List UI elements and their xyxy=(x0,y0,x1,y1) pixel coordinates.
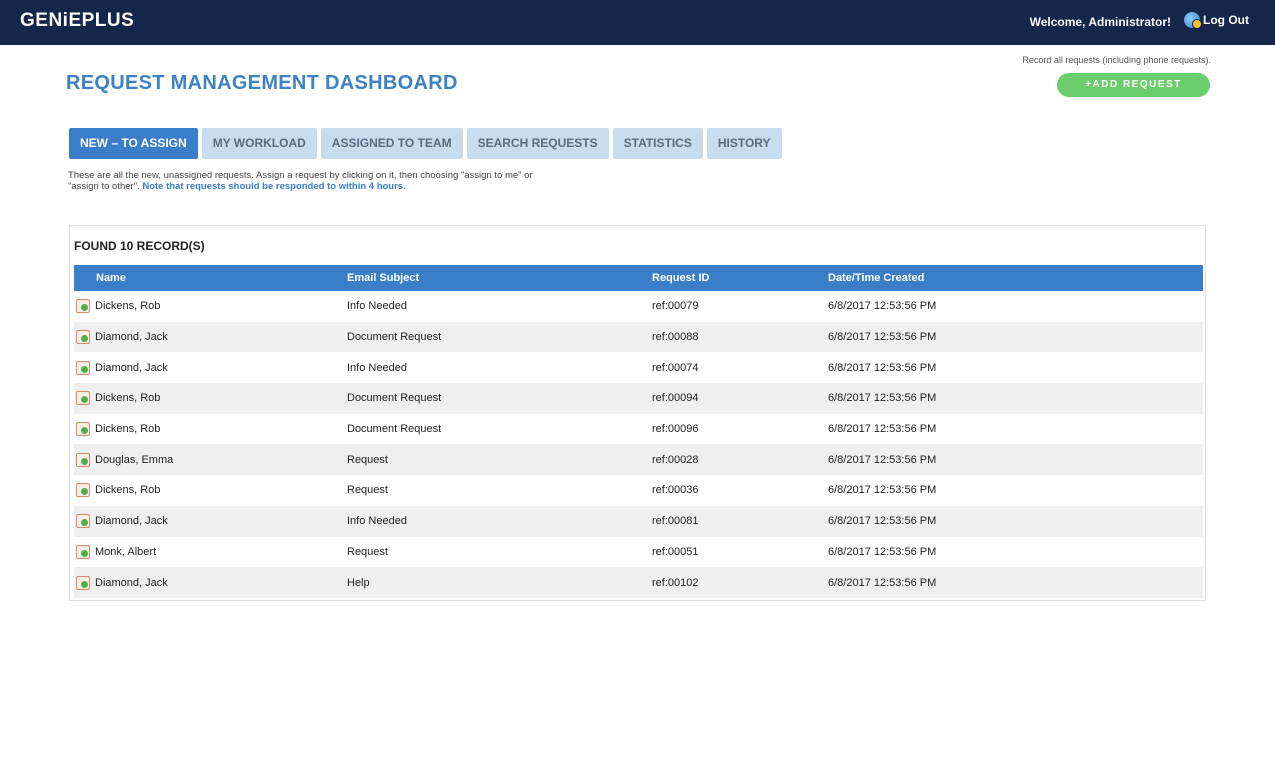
cell-name: Monk, Albert xyxy=(74,537,347,568)
requests-table: Name Email Subject Request ID Date/Time … xyxy=(74,265,1203,598)
requester-name: Monk, Albert xyxy=(95,545,157,558)
cell-name: Dickens, Rob xyxy=(74,414,347,445)
page-title: REQUEST MANAGEMENT DASHBOARD xyxy=(66,72,458,94)
user-globe-icon xyxy=(1184,12,1203,29)
cell-name: Diamond, Jack xyxy=(74,322,347,353)
cell-email-subject: Request xyxy=(347,545,388,558)
cell-name: Dickens, Rob xyxy=(74,291,347,322)
request-icon xyxy=(76,391,90,406)
cell-request-id: ref:00094 xyxy=(652,392,699,405)
cell-date-created: 6/8/2017 12:53:56 PM xyxy=(828,423,937,436)
table-row[interactable]: Dickens, Rob Document Request ref:00094 6/8… xyxy=(74,383,1203,414)
table-row[interactable]: Diamond, Jack Help ref:00102 6/8/2017 12:53… xyxy=(74,567,1203,598)
cell-request-id: ref:00102 xyxy=(652,576,699,589)
cell-email-subject: Document Request xyxy=(347,423,442,436)
column-header-name[interactable]: Name xyxy=(74,265,347,291)
request-icon xyxy=(76,299,90,314)
table-row[interactable]: Dickens, Rob Request ref:00036 6/8/2017 12:… xyxy=(74,475,1203,506)
cell-date-created: 6/8/2017 12:53:56 PM xyxy=(828,361,937,374)
cell-name: Diamond, Jack xyxy=(74,506,347,537)
dashboard-tabs: NEW – TO ASSIGN MY WORKLOAD ASSIGNED TO … xyxy=(69,128,782,159)
cell-email-subject: Help xyxy=(347,576,370,589)
cell-date-created: 6/8/2017 12:53:56 PM xyxy=(828,545,937,558)
cell-request-id: ref:00079 xyxy=(652,300,699,313)
request-icon xyxy=(76,330,90,345)
tab-assigned-to-team[interactable]: ASSIGNED TO TEAM xyxy=(320,128,463,159)
table-row[interactable]: Douglas, Emma Request ref:00028 6/8/2017 12… xyxy=(74,444,1203,476)
cell-email-subject: Info Needed xyxy=(347,361,407,374)
tab-search-requests[interactable]: SEARCH REQUESTS xyxy=(466,128,609,159)
table-row[interactable]: Dickens, Rob Document Request ref:00096 6/8… xyxy=(74,414,1203,445)
cell-request-id: ref:00074 xyxy=(652,361,699,374)
logout-link[interactable]: Log Out xyxy=(1184,12,1249,29)
cell-request-id: ref:00081 xyxy=(652,515,699,528)
requester-name: Diamond, Jack xyxy=(95,331,168,344)
requester-name: Dickens, Rob xyxy=(95,484,161,497)
requester-name: Diamond, Jack xyxy=(95,576,168,589)
requester-name: Dickens, Rob xyxy=(95,423,161,436)
add-request-hint: Record all requests (including phone req… xyxy=(1022,55,1211,65)
request-icon xyxy=(76,360,90,375)
request-icon xyxy=(76,422,90,437)
requester-name: Douglas, Emma xyxy=(95,453,174,466)
table-header-row: Name Email Subject Request ID Date/Time … xyxy=(74,265,1203,291)
tab-new-to-assign[interactable]: NEW – TO ASSIGN xyxy=(69,128,198,159)
welcome-text: Welcome, Administrator! xyxy=(1029,15,1171,29)
cell-email-subject: Request xyxy=(347,453,388,466)
request-icon xyxy=(76,514,90,529)
cell-email-subject: Document Request xyxy=(347,392,442,405)
cell-date-created: 6/8/2017 12:53:56 PM xyxy=(828,300,937,313)
tab-my-workload[interactable]: MY WORKLOAD xyxy=(201,128,317,159)
column-header-date-created[interactable]: Date/Time Created xyxy=(828,265,1203,291)
tab-statistics[interactable]: STATISTICS xyxy=(612,128,703,159)
column-header-request-id[interactable]: Request ID xyxy=(652,265,828,291)
requester-name: Dickens, Rob xyxy=(95,300,161,313)
cell-request-id: ref:00088 xyxy=(652,331,699,344)
request-icon xyxy=(76,452,90,467)
app-logo[interactable]: GENiEPLUS xyxy=(20,10,134,32)
cell-date-created: 6/8/2017 12:53:56 PM xyxy=(828,576,937,589)
column-header-email-subject[interactable]: Email Subject xyxy=(347,265,652,291)
table-row[interactable]: Diamond, Jack Info Needed ref:00074 6/8/201… xyxy=(74,352,1203,383)
cell-name: Diamond, Jack xyxy=(74,567,347,598)
requester-name: Diamond, Jack xyxy=(95,361,168,374)
cell-name: Diamond, Jack xyxy=(74,352,347,383)
add-request-button[interactable]: +ADD REQUEST xyxy=(1057,73,1210,97)
cell-name: Douglas, Emma xyxy=(74,444,347,475)
cell-name: Dickens, Rob xyxy=(74,383,347,414)
cell-email-subject: Info Needed xyxy=(347,515,407,528)
logout-label: Log Out xyxy=(1203,13,1249,27)
cell-request-id: ref:00051 xyxy=(652,545,699,558)
cell-request-id: ref:00028 xyxy=(652,453,699,466)
tab-history[interactable]: HISTORY xyxy=(706,128,782,159)
cell-date-created: 6/8/2017 12:53:56 PM xyxy=(828,392,937,405)
response-time-note: Note that requests should be responded t… xyxy=(142,181,406,192)
cell-email-subject: Request xyxy=(347,484,388,497)
request-icon xyxy=(76,544,90,559)
table-row[interactable]: Diamond, Jack Document Request ref:00088 6/… xyxy=(74,321,1203,353)
cell-date-created: 6/8/2017 12:53:56 PM xyxy=(828,515,937,528)
cell-request-id: ref:00036 xyxy=(652,484,699,497)
cell-date-created: 6/8/2017 12:53:56 PM xyxy=(828,453,937,466)
records-count: FOUND 10 RECORD(S) xyxy=(74,239,205,253)
cell-email-subject: Info Needed xyxy=(347,300,407,313)
table-row[interactable]: Dickens, Rob Info Needed ref:00079 6/8/2017… xyxy=(74,291,1203,322)
cell-request-id: ref:00096 xyxy=(652,423,699,436)
request-icon xyxy=(76,575,90,590)
cell-date-created: 6/8/2017 12:53:56 PM xyxy=(828,331,937,344)
cell-email-subject: Document Request xyxy=(347,331,442,344)
requester-name: Dickens, Rob xyxy=(95,392,161,405)
requester-name: Diamond, Jack xyxy=(95,515,168,528)
request-icon xyxy=(76,483,90,498)
table-row[interactable]: Monk, Albert Request ref:00051 6/8/2017 12:… xyxy=(74,537,1203,568)
cell-date-created: 6/8/2017 12:53:56 PM xyxy=(828,484,937,497)
records-panel: FOUND 10 RECORD(S) Name Email Subject Re… xyxy=(69,225,1206,601)
cell-name: Dickens, Rob xyxy=(74,475,347,506)
top-bar: GENiEPLUS Welcome, Administrator! Log Ou… xyxy=(0,0,1275,45)
tab-description: These are all the new, unassigned reques… xyxy=(68,170,548,192)
table-row[interactable]: Diamond, Jack Info Needed ref:00081 6/8/201… xyxy=(74,505,1203,537)
